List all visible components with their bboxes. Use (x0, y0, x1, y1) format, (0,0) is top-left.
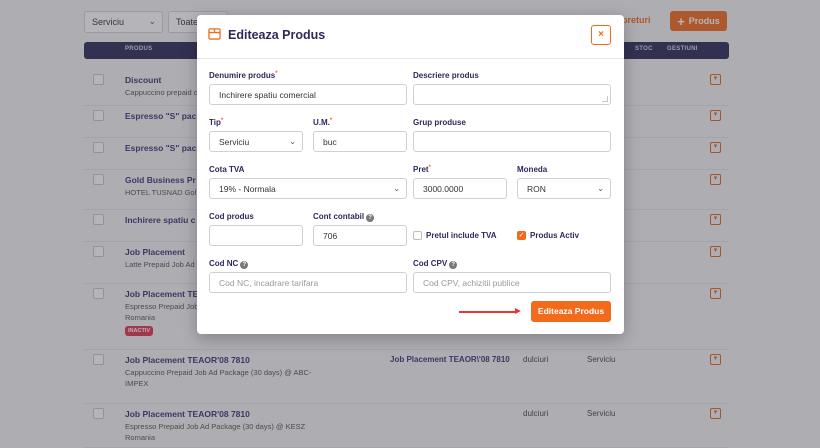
cod-nc-label: Cod NC? (209, 259, 249, 269)
pointer-arrow (459, 308, 521, 314)
um-label: U.M.* (313, 118, 333, 127)
help-icon[interactable]: ? (240, 261, 249, 269)
edit-product-modal: Editeaza Produs × Denumire produs* Inchi… (197, 15, 624, 334)
moneda-label: Moneda (517, 165, 548, 174)
tip-value: Serviciu (219, 137, 250, 147)
chevron-down-icon: ⌄ (597, 184, 604, 193)
tip-select[interactable]: Serviciu ⌄ (209, 131, 303, 152)
product-box-icon (208, 28, 221, 40)
close-button[interactable]: × (591, 25, 611, 45)
check-icon: ✓ (518, 232, 525, 239)
cota-tva-select[interactable]: 19% - Normala ⌄ (209, 178, 407, 199)
save-button[interactable]: Editeaza Produs (531, 301, 611, 322)
cod-produs-input[interactable] (209, 225, 303, 246)
denumire-label: Denumire produs* (209, 71, 278, 80)
resize-handle-icon[interactable] (602, 96, 608, 102)
moneda-value: RON (527, 184, 546, 194)
grup-label: Grup produse (413, 118, 466, 127)
um-input[interactable]: buc (313, 131, 407, 152)
help-icon[interactable]: ? (449, 261, 458, 269)
modal-header: Editeaza Produs × (197, 15, 624, 59)
chevron-down-icon: ⌄ (289, 137, 296, 146)
help-icon[interactable]: ? (366, 214, 375, 222)
cont-contabil-label: Cont contabil? (313, 212, 375, 222)
descriere-textarea[interactable] (413, 84, 611, 105)
grup-input[interactable] (413, 131, 611, 152)
cod-cpv-label: Cod CPV? (413, 259, 458, 269)
pret-input[interactable]: 3000.0000 (413, 178, 507, 199)
denumire-input[interactable]: Inchirere spatiu comercial (209, 84, 407, 105)
produs-activ-checkbox[interactable]: ✓ (517, 231, 526, 240)
tip-label: Tip* (209, 118, 224, 127)
cota-tva-label: Cota TVA (209, 165, 245, 174)
moneda-select[interactable]: RON ⌄ (517, 178, 611, 199)
cod-cpv-input[interactable]: Cod CPV, achizitii publice (413, 272, 611, 293)
close-icon: × (598, 29, 604, 40)
pret-label: Pret* (413, 165, 431, 174)
cota-tva-value: 19% - Normala (219, 184, 276, 194)
pret-include-tva-label: Pretul include TVA (426, 231, 497, 240)
produs-activ-label: Produs Activ (530, 231, 580, 240)
descriere-label: Descriere produs (413, 71, 479, 80)
cod-produs-label: Cod produs (209, 212, 254, 221)
cod-nc-input[interactable]: Cod NC, incadrare tarifara (209, 272, 407, 293)
chevron-down-icon: ⌄ (393, 184, 400, 193)
cont-contabil-input[interactable]: 706 (313, 225, 407, 246)
pret-include-tva-checkbox[interactable] (413, 231, 422, 240)
modal-title: Editeaza Produs (228, 28, 326, 42)
